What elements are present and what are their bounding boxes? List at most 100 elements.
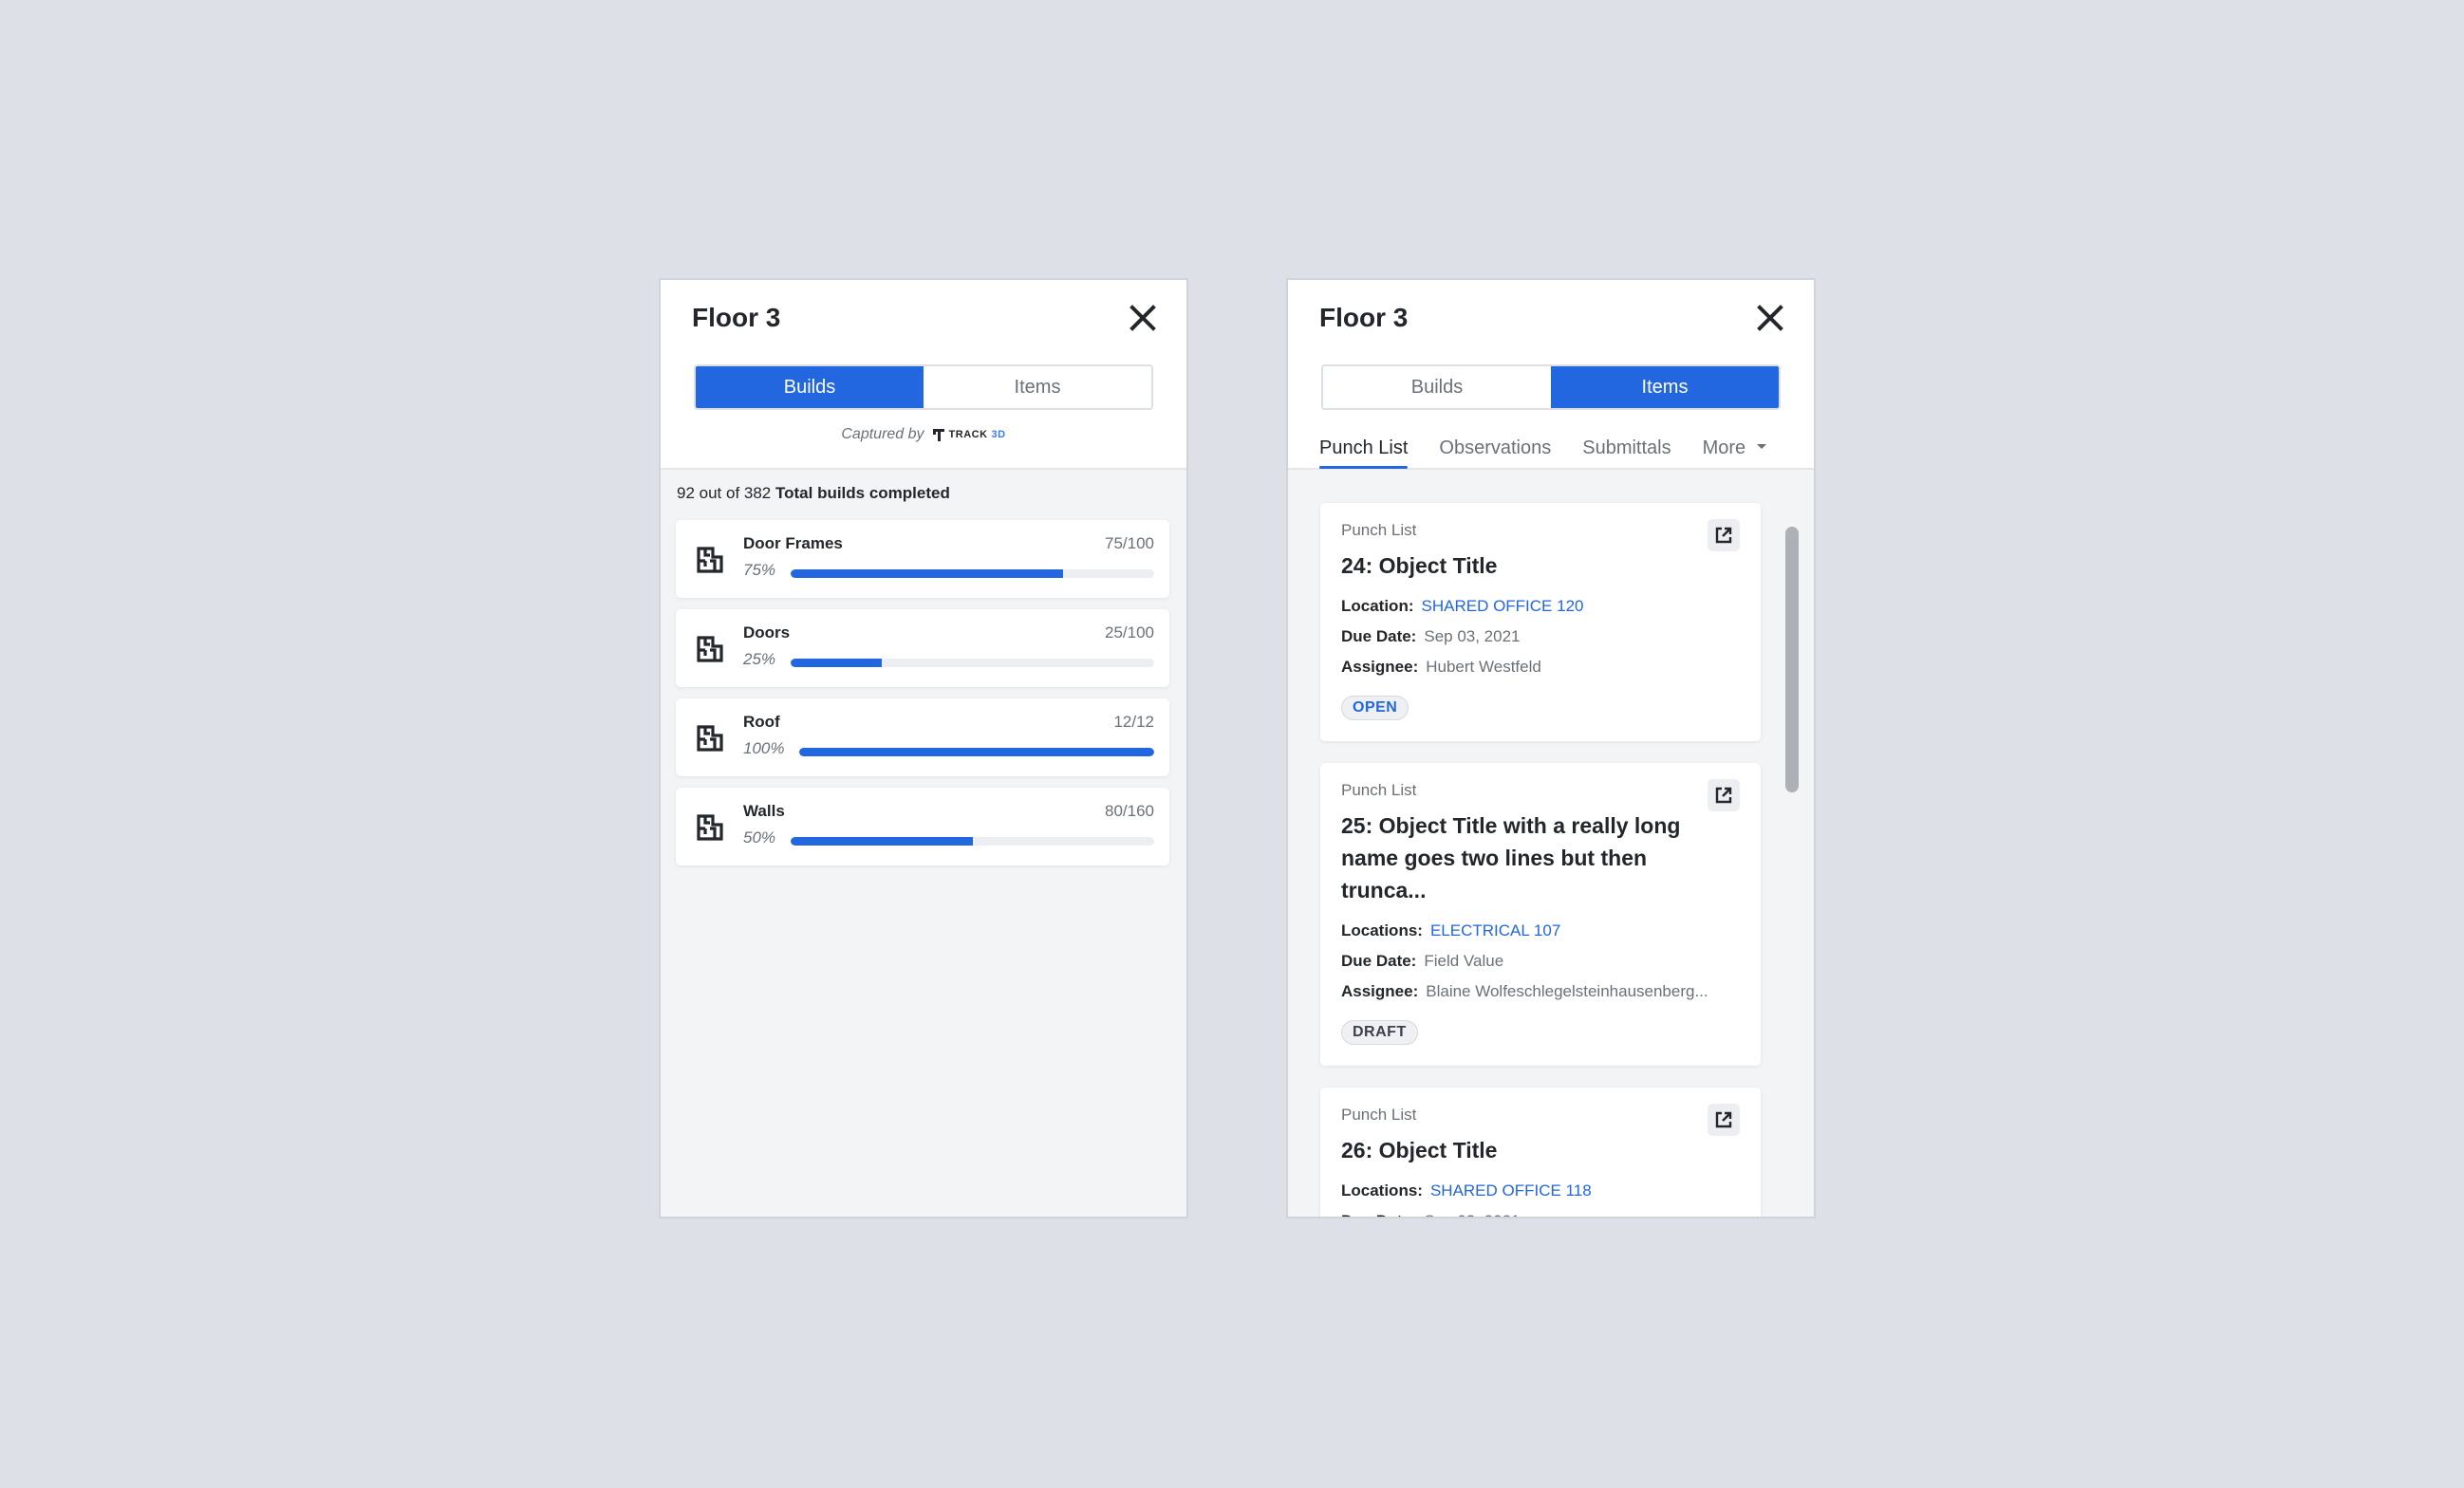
progress-fill bbox=[791, 569, 1064, 578]
location-link[interactable]: ELECTRICAL 107 bbox=[1430, 921, 1560, 939]
item-type: Punch List bbox=[1341, 781, 1417, 799]
track3d-logo: TRACK 3D bbox=[932, 427, 1006, 442]
close-button[interactable] bbox=[1755, 303, 1785, 333]
builds-tab-button[interactable]: Builds bbox=[1323, 366, 1551, 408]
progress-fill bbox=[791, 837, 973, 846]
floor-panel-builds: Floor 3 Builds Items Captured by TRACK 3D… bbox=[661, 280, 1186, 1217]
open-external-button[interactable] bbox=[1708, 779, 1740, 811]
build-card[interactable]: Roof 12/12 100% bbox=[676, 698, 1169, 776]
tab-more-label: More bbox=[1702, 437, 1746, 458]
punch-item-card[interactable]: Punch List 25: Object Title with a really… bbox=[1320, 763, 1761, 1066]
progress-fill bbox=[791, 659, 882, 667]
close-button[interactable] bbox=[1128, 303, 1158, 333]
build-count: 75/100 bbox=[1105, 534, 1154, 552]
field-label: Due Date: bbox=[1341, 952, 1417, 970]
build-list: Door Frames 75/100 75% Doors 25/100 25% Roof 12… bbox=[676, 520, 1169, 877]
build-card[interactable]: Walls 80/160 50% bbox=[676, 788, 1169, 865]
item-type: Punch List bbox=[1341, 1106, 1417, 1124]
field-label: Locations: bbox=[1341, 921, 1423, 939]
items-tab-button[interactable]: Items bbox=[1551, 366, 1779, 408]
field-label: Due Date: bbox=[1341, 627, 1417, 645]
progress-bar bbox=[791, 569, 1154, 578]
field-label: Assignee: bbox=[1341, 982, 1419, 1000]
tab-submittals[interactable]: Submittals bbox=[1582, 437, 1671, 467]
close-icon bbox=[1129, 305, 1156, 331]
field-value: Field Value bbox=[1424, 952, 1504, 970]
build-percent: 50% bbox=[743, 828, 776, 846]
build-name: Walls bbox=[743, 802, 785, 820]
brand-suffix: 3D bbox=[991, 429, 1006, 440]
external-link-icon bbox=[1714, 786, 1733, 805]
item-title: 24: Object Title bbox=[1341, 553, 1498, 578]
summary-count: 92 out of 382 bbox=[677, 484, 772, 502]
field-value: Sep 03, 2021 bbox=[1424, 627, 1521, 645]
location-link[interactable]: SHARED OFFICE 120 bbox=[1422, 597, 1584, 615]
item-title: 26: Object Title bbox=[1341, 1138, 1498, 1162]
captured-by-label: Captured by bbox=[841, 426, 924, 442]
floorplan-icon bbox=[697, 547, 723, 573]
build-percent: 75% bbox=[743, 561, 776, 579]
items-tab-button[interactable]: Items bbox=[924, 366, 1151, 408]
item-field-row: Locations: SHARED OFFICE 118 bbox=[1341, 1176, 1740, 1206]
item-field-row: Location: SHARED OFFICE 120 bbox=[1341, 591, 1740, 622]
progress-bar bbox=[791, 659, 1154, 667]
punch-item-card[interactable]: Punch List 24: Object Title Location: SHARE… bbox=[1320, 503, 1761, 741]
panel-header: Floor 3 Builds Items Punch List Observat… bbox=[1288, 280, 1814, 470]
status-badge: OPEN bbox=[1341, 696, 1409, 720]
item-title: 25: Object Title with a really long name… bbox=[1341, 813, 1681, 902]
build-percent: 100% bbox=[743, 739, 785, 757]
progress-fill bbox=[799, 748, 1154, 756]
item-fields: Location: SHARED OFFICE 120 Due Date: Sep 0… bbox=[1341, 591, 1740, 682]
panel-title: Floor 3 bbox=[692, 303, 781, 332]
item-fields: Locations: SHARED OFFICE 118 Due Date: Sep … bbox=[1341, 1176, 1740, 1217]
progress-bar bbox=[791, 837, 1154, 846]
field-label: Due Date: bbox=[1341, 1212, 1416, 1217]
item-fields: Locations: ELECTRICAL 107 Due Date: Field V… bbox=[1341, 916, 1740, 1007]
punch-item-card[interactable]: Punch List 26: Object Title Locations: SHAR… bbox=[1320, 1088, 1761, 1217]
field-label: Assignee: bbox=[1341, 658, 1419, 676]
field-value: Blaine Wolfeschlegelsteinhausenberg... bbox=[1426, 982, 1708, 1000]
item-field-row: Due Date: Sep 03, 2021 bbox=[1341, 1206, 1740, 1217]
field-label: Locations: bbox=[1341, 1181, 1423, 1200]
item-field-row: Locations: ELECTRICAL 107 bbox=[1341, 916, 1740, 946]
panel-title: Floor 3 bbox=[1319, 303, 1409, 332]
item-type-tabs: Punch List Observations Submittals More bbox=[1319, 437, 1767, 469]
build-name: Roof bbox=[743, 713, 780, 731]
open-external-button[interactable] bbox=[1708, 1104, 1740, 1136]
view-toggle: Builds Items bbox=[1321, 364, 1781, 410]
build-percent: 25% bbox=[743, 650, 776, 668]
floorplan-icon bbox=[697, 814, 723, 841]
build-count: 12/12 bbox=[1113, 713, 1154, 731]
tab-observations[interactable]: Observations bbox=[1439, 437, 1551, 467]
caret-down-icon bbox=[1757, 444, 1767, 450]
tab-more-dropdown[interactable]: More bbox=[1703, 437, 1767, 467]
tab-punch-list[interactable]: Punch List bbox=[1319, 437, 1409, 469]
view-toggle: Builds Items bbox=[694, 364, 1153, 410]
build-card[interactable]: Door Frames 75/100 75% bbox=[676, 520, 1169, 598]
external-link-icon bbox=[1714, 526, 1733, 545]
floorplan-icon bbox=[697, 636, 723, 662]
external-link-icon bbox=[1714, 1110, 1733, 1129]
builds-summary: 92 out of 382 Total builds completed bbox=[677, 484, 950, 503]
items-list: Punch List 24: Object Title Location: SHARE… bbox=[1320, 503, 1761, 1217]
floorplan-icon bbox=[697, 725, 723, 752]
field-label: Location: bbox=[1341, 597, 1414, 615]
build-card[interactable]: Doors 25/100 25% bbox=[676, 609, 1169, 687]
field-value: Sep 03, 2021 bbox=[1424, 1212, 1520, 1217]
location-link[interactable]: SHARED OFFICE 118 bbox=[1430, 1181, 1592, 1200]
status-badge: DRAFT bbox=[1341, 1020, 1418, 1045]
item-field-row: Assignee: Hubert Westfeld bbox=[1341, 652, 1740, 682]
scrollbar-thumb[interactable] bbox=[1785, 527, 1799, 792]
builds-tab-button[interactable]: Builds bbox=[696, 366, 924, 408]
floor-panel-items: Floor 3 Builds Items Punch List Observat… bbox=[1288, 280, 1814, 1217]
progress-bar bbox=[799, 748, 1154, 756]
open-external-button[interactable] bbox=[1708, 519, 1740, 551]
item-field-row: Assignee: Blaine Wolfeschlegelsteinhausen… bbox=[1341, 976, 1740, 1007]
item-field-row: Due Date: Field Value bbox=[1341, 946, 1740, 976]
item-field-row: Due Date: Sep 03, 2021 bbox=[1341, 622, 1740, 652]
close-icon bbox=[1757, 305, 1783, 331]
summary-label: Total builds completed bbox=[775, 484, 950, 502]
panel-header: Floor 3 Builds Items Captured by TRACK 3D bbox=[661, 280, 1186, 470]
field-value: Hubert Westfeld bbox=[1426, 658, 1541, 676]
item-type: Punch List bbox=[1341, 521, 1417, 539]
